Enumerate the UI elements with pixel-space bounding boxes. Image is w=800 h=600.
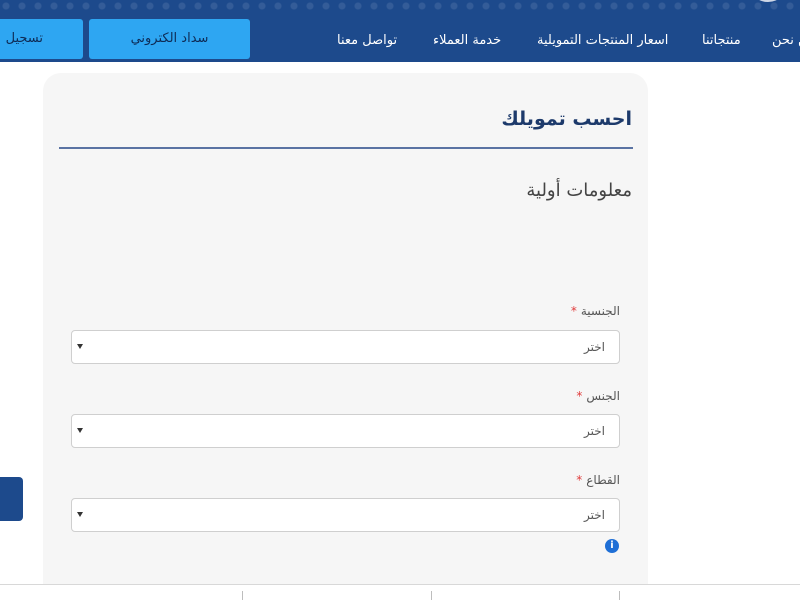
bottom-separator [619,591,620,600]
chevron-down-icon [77,428,83,433]
required-mark: * [576,389,583,403]
register-button[interactable]: تسجيل [0,19,83,59]
calculator-title: احسب تمويلك [501,108,632,130]
nationality-select[interactable]: اختر [71,330,620,364]
nav-products[interactable]: منتجاتنا [702,31,741,51]
bottom-separator [242,591,243,600]
header-pattern [0,0,800,14]
top-navigation-bar: من نحن منتجاتنا اسعار المنتجات التمويلية… [0,0,800,62]
info-icon[interactable]: i [605,539,619,553]
chevron-down-icon [77,344,83,349]
gender-select[interactable]: اختر [71,414,620,448]
required-mark: * [576,473,583,487]
bottom-bar [0,584,800,600]
nationality-value: اختر [584,340,605,354]
sector-value: اختر [584,508,605,522]
gender-label-text: الجنس [586,389,620,403]
sector-select[interactable]: اختر [71,498,620,532]
nav-product-prices[interactable]: اسعار المنتجات التمويلية [537,31,668,51]
title-divider [59,147,633,149]
e-payment-button[interactable]: سداد الكتروني [89,19,250,59]
bottom-separator [431,591,432,600]
chevron-down-icon [77,512,83,517]
nav-contact-us[interactable]: تواصل معنا [337,31,397,51]
required-mark: * [570,304,577,318]
sector-label: * القطاع [0,473,620,487]
sector-label-text: القطاع [586,473,620,487]
section-title: معلومات أولية [526,180,632,201]
gender-value: اختر [584,424,605,438]
nav-customer-service[interactable]: خدمة العملاء [433,31,501,51]
nav-about-us[interactable]: من نحن [772,31,800,51]
nationality-label-text: الجنسية [580,304,620,318]
gender-label: * الجنس [0,389,620,403]
nationality-label: * الجنسية [0,304,620,318]
